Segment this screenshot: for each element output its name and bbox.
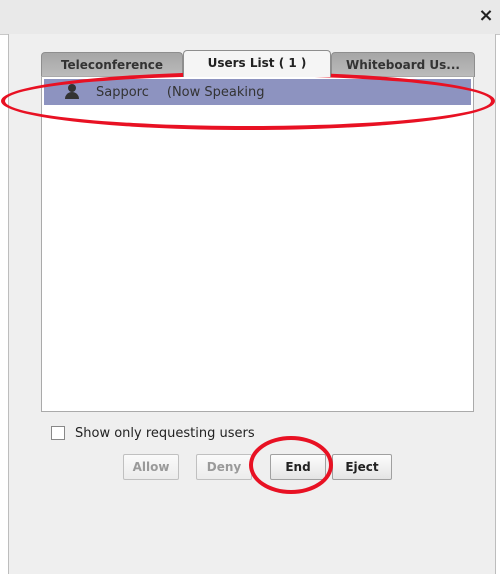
show-requesting-checkbox[interactable] <box>51 426 65 440</box>
user-icon <box>64 84 80 100</box>
eject-button[interactable]: Eject <box>332 454 392 480</box>
users-panel: Teleconference Users List ( 1 ) Whiteboa… <box>8 34 496 574</box>
allow-button[interactable]: Allow <box>123 454 179 480</box>
tab-whiteboard-users[interactable]: Whiteboard Us... <box>331 52 475 77</box>
close-icon[interactable]: × <box>476 6 496 26</box>
user-name: Sapporc <box>96 84 149 100</box>
show-requesting-filter[interactable]: Show only requesting users <box>51 424 255 442</box>
tab-users-list[interactable]: Users List ( 1 ) <box>183 50 331 77</box>
users-list: Sapporc (Now Speaking <box>41 76 474 412</box>
title-bar: × <box>0 0 500 35</box>
show-requesting-label: Show only requesting users <box>75 425 255 441</box>
deny-button[interactable]: Deny <box>196 454 252 480</box>
end-button[interactable]: End <box>270 454 326 480</box>
tab-teleconference[interactable]: Teleconference <box>41 52 183 77</box>
list-item[interactable]: Sapporc (Now Speaking <box>44 79 471 105</box>
user-status: (Now Speaking <box>166 84 265 100</box>
